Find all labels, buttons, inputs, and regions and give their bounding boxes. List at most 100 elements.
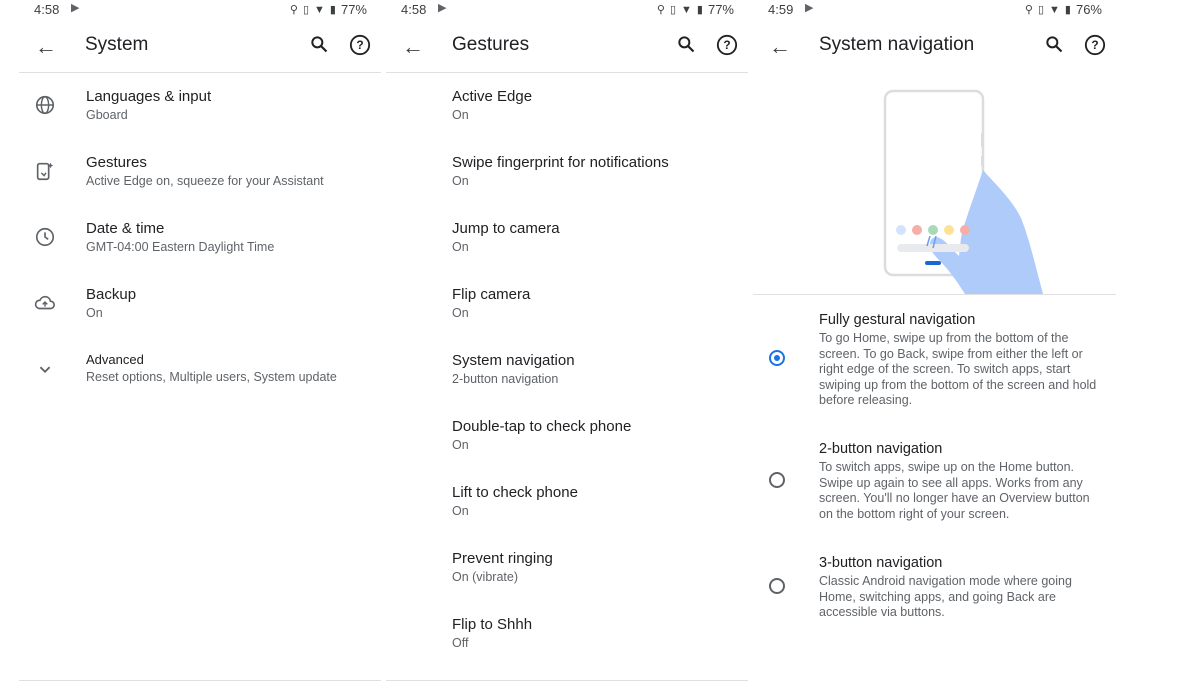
- settings-item-advanced[interactable]: Advanced Reset options, Multiple users, …: [19, 352, 381, 402]
- wifi-icon: ▼: [1049, 3, 1060, 16]
- radio-2-button[interactable]: [769, 472, 785, 488]
- app-bar: ← System ?: [19, 26, 381, 70]
- back-arrow-icon[interactable]: ←: [35, 34, 57, 60]
- nav-option-3-button[interactable]: 3-button navigation Classic Android navi…: [753, 555, 1116, 625]
- item-subtitle: Reset options, Multiple users, System up…: [86, 370, 337, 384]
- help-icon[interactable]: ?: [1084, 34, 1106, 56]
- item-subtitle: On (vibrate): [452, 570, 518, 584]
- item-title: System navigation: [452, 352, 575, 369]
- gesture-item-active-edge[interactable]: Active Edge On: [386, 88, 748, 138]
- item-subtitle: On: [452, 108, 469, 122]
- app-bar: ← System navigation ?: [753, 26, 1116, 70]
- item-subtitle: 2-button navigation: [452, 372, 559, 386]
- item-title: Backup: [86, 286, 137, 303]
- item-title: Prevent ringing: [452, 550, 553, 567]
- option-title: Fully gestural navigation: [819, 312, 976, 328]
- settings-item-languages[interactable]: Languages & input Gboard: [19, 88, 381, 138]
- page-title: System navigation: [819, 34, 975, 55]
- item-title: Jump to camera: [452, 220, 560, 237]
- status-time: 4:58: [401, 2, 427, 17]
- gesture-item-swipe-fingerprint[interactable]: Swipe fingerprint for notifications On: [386, 154, 748, 204]
- status-bar: 4:58 ▶ ⚲ ▯ ▼ ▮ 77%: [386, 0, 748, 20]
- gesture-item-flip-camera[interactable]: Flip camera On: [386, 286, 748, 336]
- settings-item-backup[interactable]: Backup On: [19, 286, 381, 336]
- play-store-icon: ▶: [438, 2, 447, 14]
- item-title: Advanced: [86, 352, 144, 367]
- gesture-navigation-illustration: [883, 89, 1043, 294]
- clock-icon: [35, 227, 55, 247]
- svg-text:?: ?: [1091, 38, 1098, 52]
- battery-percent: 76%: [1075, 2, 1102, 17]
- radio-3-button[interactable]: [769, 578, 785, 594]
- settings-item-date-time[interactable]: Date & time GMT-04:00 Eastern Daylight T…: [19, 220, 381, 270]
- item-subtitle: Off: [452, 636, 469, 650]
- item-title: Swipe fingerprint for notifications: [452, 154, 669, 171]
- status-time: 4:59: [768, 2, 794, 17]
- item-subtitle: Gboard: [86, 108, 128, 122]
- chevron-down-icon: [39, 366, 51, 374]
- header-divider: [19, 72, 381, 73]
- gesture-item-double-tap[interactable]: Double-tap to check phone On: [386, 418, 748, 468]
- item-subtitle: On: [452, 504, 469, 518]
- back-arrow-icon[interactable]: ←: [769, 34, 791, 60]
- search-icon[interactable]: [309, 34, 329, 54]
- bottom-divider: [19, 680, 381, 681]
- system-panel: 4:58 ▶ ⚲ ▯ ▼ ▮ 77% ← System ? Languages …: [19, 0, 381, 682]
- nav-option-2-button[interactable]: 2-button navigation To switch apps, swip…: [753, 441, 1116, 526]
- search-icon[interactable]: [1044, 34, 1064, 54]
- battery-icon: ▮: [1064, 4, 1071, 16]
- vibrate-icon: ▯: [669, 4, 677, 16]
- settings-item-gestures[interactable]: Gestures Active Edge on, squeeze for you…: [19, 154, 381, 204]
- item-title: Date & time: [86, 220, 165, 237]
- play-store-icon: ▶: [805, 2, 814, 14]
- option-description: Classic Android navigation mode where go…: [819, 574, 1072, 619]
- radio-fully-gestural[interactable]: [769, 350, 785, 366]
- location-icon: ⚲: [656, 4, 665, 16]
- status-bar: 4:59 ▶ ⚲ ▯ ▼ ▮ 76%: [753, 0, 1116, 20]
- illustration-divider: [753, 294, 1116, 295]
- gesture-item-prevent-ringing[interactable]: Prevent ringing On (vibrate): [386, 550, 748, 600]
- search-icon[interactable]: [676, 34, 696, 54]
- status-bar: 4:58 ▶ ⚲ ▯ ▼ ▮ 77%: [19, 0, 381, 20]
- status-time: 4:58: [34, 2, 60, 17]
- item-title: Flip to Shhh: [452, 616, 533, 633]
- bottom-divider: [386, 680, 748, 681]
- wifi-icon: ▼: [314, 3, 325, 16]
- item-title: Active Edge: [452, 88, 533, 105]
- vibrate-icon: ▯: [302, 4, 310, 16]
- app-bar: ← Gestures ?: [386, 26, 748, 70]
- item-subtitle: On: [452, 174, 469, 188]
- gesture-item-jump-to-camera[interactable]: Jump to camera On: [386, 220, 748, 270]
- gesture-item-lift-to-check[interactable]: Lift to check phone On: [386, 484, 748, 534]
- vibrate-icon: ▯: [1037, 4, 1045, 16]
- option-description: To switch apps, swipe up on the Home but…: [819, 460, 1090, 521]
- system-navigation-panel: 4:59 ▶ ⚲ ▯ ▼ ▮ 76% ← System navigation ?…: [753, 0, 1116, 682]
- item-title: Double-tap to check phone: [452, 418, 632, 435]
- help-icon[interactable]: ?: [349, 34, 371, 56]
- item-subtitle: Active Edge on, squeeze for your Assista…: [86, 174, 324, 188]
- gestures-icon: [36, 162, 54, 181]
- globe-icon: [35, 95, 55, 115]
- item-subtitle: On: [452, 306, 469, 320]
- back-arrow-icon[interactable]: ←: [402, 34, 424, 60]
- battery-percent: 77%: [340, 2, 367, 17]
- location-icon: ⚲: [289, 4, 298, 16]
- help-icon[interactable]: ?: [716, 34, 738, 56]
- nav-option-fully-gestural[interactable]: Fully gestural navigation To go Home, sw…: [753, 312, 1116, 412]
- item-title: Languages & input: [86, 88, 212, 105]
- item-title: Lift to check phone: [452, 484, 578, 501]
- cloud-upload-icon: [34, 295, 55, 310]
- item-subtitle: On: [452, 438, 469, 452]
- gesture-item-flip-to-shhh[interactable]: Flip to Shhh Off: [386, 616, 748, 666]
- item-subtitle: GMT-04:00 Eastern Daylight Time: [86, 240, 275, 254]
- option-title: 2-button navigation: [819, 441, 943, 457]
- battery-icon: ▮: [696, 4, 703, 16]
- gesture-item-system-navigation[interactable]: System navigation 2-button navigation: [386, 352, 748, 402]
- svg-text:?: ?: [723, 38, 730, 52]
- gestures-panel: 4:58 ▶ ⚲ ▯ ▼ ▮ 77% ← Gestures ? Active E…: [386, 0, 748, 682]
- item-title: Flip camera: [452, 286, 531, 303]
- battery-percent: 77%: [707, 2, 734, 17]
- wifi-icon: ▼: [681, 3, 692, 16]
- play-store-icon: ▶: [71, 2, 80, 14]
- item-subtitle: On: [86, 306, 103, 320]
